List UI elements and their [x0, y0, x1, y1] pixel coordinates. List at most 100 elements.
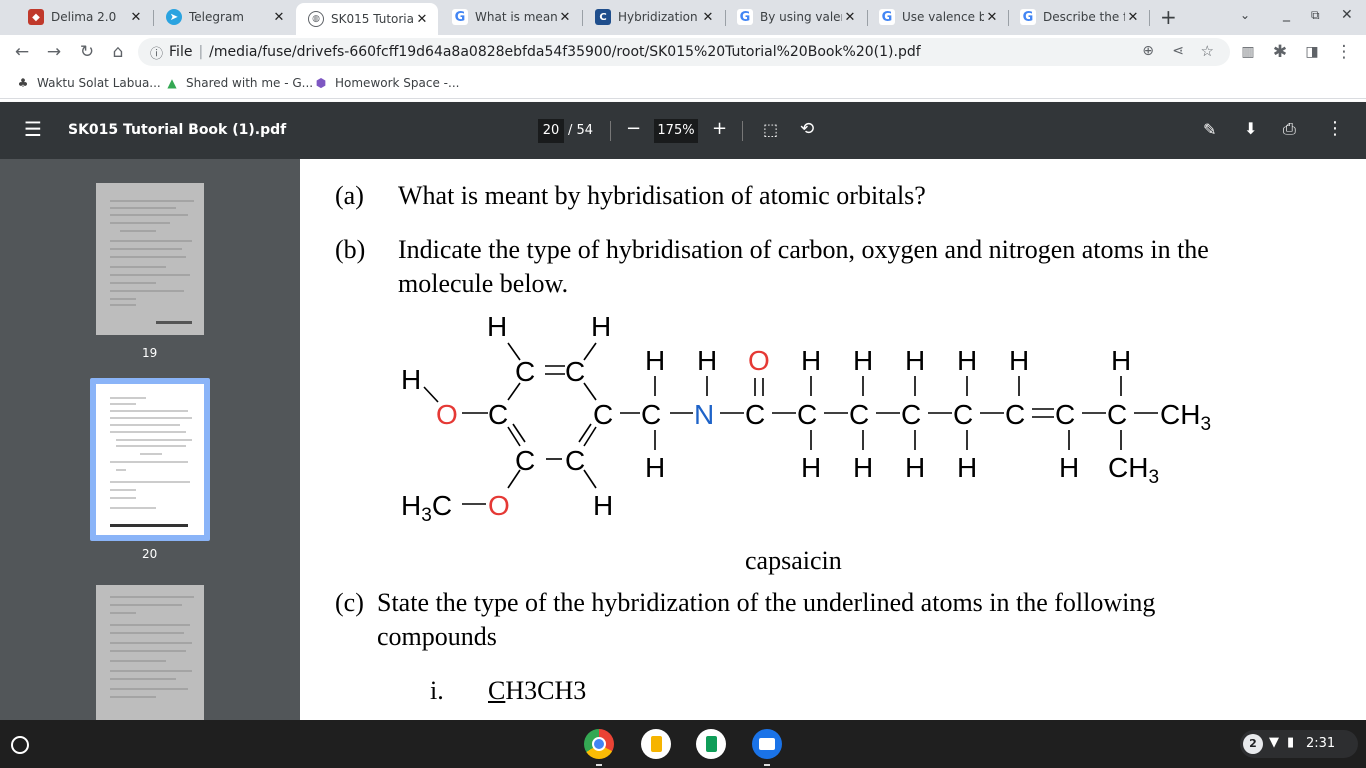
atom-c-chain: C: [1005, 399, 1025, 430]
address-prefix: File: [169, 44, 193, 60]
close-icon[interactable]: ✕: [984, 10, 1000, 25]
files-app-icon[interactable]: [752, 729, 782, 759]
tab-by-using-valence[interactable]: G By using valen ✕: [725, 3, 866, 31]
tab-what-is-meant[interactable]: G What is meant ✕: [440, 3, 581, 31]
fit-page-icon[interactable]: ⬚: [763, 120, 778, 139]
download-icon[interactable]: ⬇: [1244, 119, 1257, 138]
home-icon[interactable]: ⌂: [108, 42, 128, 62]
pdf-filename: SK015 Tutorial Book (1).pdf: [68, 122, 287, 138]
close-icon[interactable]: ✕: [557, 10, 573, 25]
atom-h-top: H: [1009, 345, 1029, 376]
atom-h-ring-bottom: H: [593, 490, 613, 521]
atom-c-chain: C: [901, 399, 921, 430]
hamburger-menu-icon[interactable]: ☰: [24, 119, 42, 139]
zoom-in-button[interactable]: +: [712, 118, 727, 139]
tab-title: Hybridization: [618, 10, 698, 24]
thumbnail-page-20[interactable]: [96, 384, 204, 535]
atom-h-top: H: [1111, 345, 1131, 376]
address-bar[interactable]: ⓘ File | /media/fuse/drivefs-660fcff19d6…: [138, 38, 1230, 66]
tab-title: Describe the fo: [1043, 10, 1125, 24]
atom-h-bottom: H: [645, 452, 665, 483]
slides-app-icon[interactable]: [641, 729, 671, 759]
question-c-label: (c): [335, 588, 364, 617]
atom-h-ring-top-right: H: [591, 311, 611, 342]
restore-button[interactable]: ⧉: [1311, 8, 1320, 23]
thumbnail-page-19[interactable]: [96, 183, 204, 335]
wifi-icon: ▼: [1269, 735, 1279, 750]
zoom-out-button[interactable]: −: [626, 118, 641, 139]
atom-h-top: H: [697, 345, 717, 376]
question-c-item-label: i.: [430, 676, 444, 705]
launcher-icon[interactable]: [11, 736, 29, 754]
tab-title: SK015 Tutoria: [331, 12, 414, 26]
thumbnail-page-21[interactable]: [96, 585, 204, 720]
google-icon: G: [737, 9, 753, 25]
rotate-icon[interactable]: ⟲: [800, 119, 814, 139]
bookmark-homework-space[interactable]: ⬢ Homework Space -...: [314, 76, 460, 90]
bookmark-shared-with-me[interactable]: ▲ Shared with me - G...: [165, 76, 313, 90]
atom-h-bottom: H: [1059, 452, 1079, 483]
tab-use-valence[interactable]: G Use valence bo ✕: [867, 3, 1008, 31]
tab-describe[interactable]: G Describe the fo ✕: [1008, 3, 1149, 31]
tab-title: Use valence bo: [902, 10, 984, 24]
bookmark-star-icon[interactable]: ☆: [1201, 42, 1214, 60]
new-tab-button[interactable]: +: [1160, 5, 1177, 29]
extensions-icon[interactable]: ✱: [1270, 42, 1290, 62]
tab-hybridization[interactable]: C Hybridization ✕: [583, 3, 724, 31]
side-panel-icon[interactable]: ◨: [1302, 42, 1322, 62]
bookmark-label: Homework Space -...: [335, 76, 460, 90]
zoom-level-input[interactable]: 175%: [654, 119, 698, 143]
close-icon[interactable]: ✕: [414, 12, 430, 27]
address-url: /media/fuse/drivefs-660fcff19d64a8a0828e…: [209, 44, 921, 60]
close-icon[interactable]: ✕: [700, 10, 716, 25]
atom-c-chain: C: [641, 399, 661, 430]
atom-h-top: H: [801, 345, 821, 376]
atom-n-amide: N: [694, 399, 714, 430]
atom-c-chain: C: [1055, 399, 1075, 430]
bookmark-waktu-solat[interactable]: ♣ Waktu Solat Labua...: [16, 76, 161, 90]
reading-list-icon[interactable]: ▥: [1238, 42, 1258, 62]
close-icon[interactable]: ✕: [271, 10, 287, 25]
atom-o-methoxy: O: [488, 490, 510, 521]
atom-c-ring-1: C: [515, 356, 535, 387]
atom-ch3-terminal: CH3: [1160, 399, 1211, 435]
status-tray[interactable]: 2 ▼ ▮ 2:31: [1240, 730, 1358, 758]
sheets-app-icon[interactable]: [696, 729, 726, 759]
atom-h3c-methoxy: H3C: [401, 490, 452, 526]
thumbnail-sidebar: 19 20: [0, 159, 300, 720]
share-icon[interactable]: ⋖: [1172, 43, 1184, 59]
atom-c-chain: C: [745, 399, 765, 430]
minimize-button[interactable]: _: [1283, 6, 1290, 22]
print-icon[interactable]: ⎙: [1283, 119, 1296, 139]
atom-o-carbonyl: O: [748, 345, 770, 376]
tab-strip: ◆ Delima 2.0 ✕ ➤ Telegram ✕ ◍ SK015 Tuto…: [0, 0, 1366, 35]
question-c-text-line2: compounds: [377, 622, 497, 651]
close-window-button[interactable]: ✕: [1341, 7, 1353, 23]
mosque-icon: ♣: [17, 76, 29, 90]
atom-h-top: H: [645, 345, 665, 376]
atom-h-top: H: [905, 345, 925, 376]
telegram-icon: ➤: [166, 9, 182, 25]
chrome-app-icon[interactable]: [584, 729, 614, 759]
close-icon[interactable]: ✕: [128, 10, 144, 25]
tab-telegram[interactable]: ➤ Telegram ✕: [154, 3, 295, 31]
tab-sk015-active[interactable]: ◍ SK015 Tutoria ✕: [296, 3, 438, 35]
tab-delima[interactable]: ◆ Delima 2.0 ✕: [16, 3, 152, 31]
globe-icon: ◍: [308, 11, 324, 27]
forward-icon[interactable]: →: [44, 42, 64, 62]
close-icon[interactable]: ✕: [1125, 10, 1141, 25]
close-icon[interactable]: ✕: [842, 10, 858, 25]
zoom-icon[interactable]: ⊕: [1142, 43, 1154, 59]
annotate-pen-icon[interactable]: ✎: [1203, 120, 1216, 139]
delima-favicon: ◆: [28, 9, 44, 25]
info-icon[interactable]: ⓘ: [150, 43, 163, 62]
reload-icon[interactable]: ↻: [77, 42, 97, 62]
menu-icon[interactable]: ⋮: [1334, 42, 1354, 62]
atom-c-ring-4: C: [593, 399, 613, 430]
question-c-text-line1: State the type of the hybridization of t…: [377, 588, 1156, 617]
page-number-input[interactable]: 20: [538, 119, 564, 143]
tab-search-icon[interactable]: ⌄: [1240, 8, 1250, 22]
back-icon[interactable]: ←: [12, 42, 32, 62]
more-options-icon[interactable]: ⋮: [1326, 118, 1344, 139]
atom-c-chain: C: [1107, 399, 1127, 430]
